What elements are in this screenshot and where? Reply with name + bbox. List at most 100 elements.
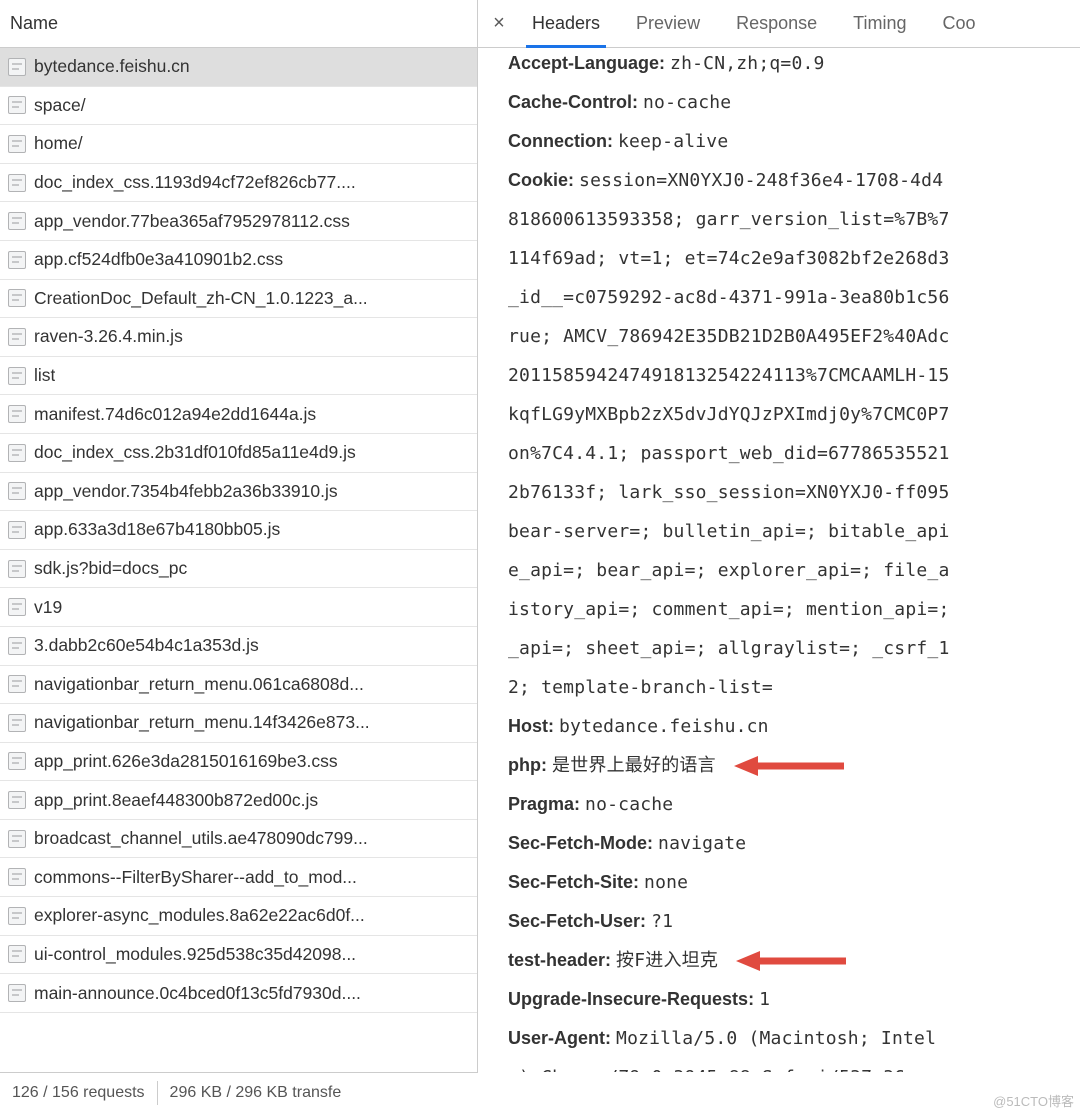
request-name: list [34,365,55,386]
request-row[interactable]: app_vendor.7354b4febb2a36b33910.js [0,473,477,512]
request-row[interactable]: app_print.626e3da2815016169be3.css [0,743,477,782]
request-row[interactable]: raven-3.26.4.min.js [0,318,477,357]
header-value: 按F进入坦克 [616,950,718,971]
request-name: doc_index_css.2b31df010fd85a11e4d9.js [34,442,356,463]
request-row[interactable]: list [0,357,477,396]
request-name: doc_index_css.1193d94cf72ef826cb77.... [34,172,356,193]
header-key: test-header: [508,950,611,970]
file-icon [8,714,26,732]
header-line: Connection: keep-alive [508,122,1080,161]
header-key: Connection: [508,131,613,151]
header-value: 是世界上最好的语言 [552,755,716,776]
file-icon [8,637,26,655]
request-row[interactable]: v19 [0,588,477,627]
watermark: @51CTO博客 [993,1091,1074,1110]
header-line: Sec-Fetch-Mode: navigate [508,824,1080,863]
header-key: Pragma: [508,794,580,814]
request-row[interactable]: app.633a3d18e67b4180bb05.js [0,511,477,550]
header-line: Cookie: session=XN0YXJ0-248f36e4-1708-4d… [508,161,1080,707]
headers-panel: Accept-Language: zh-CN,zh;q=0.9Cache-Con… [478,48,1080,1072]
status-requests: 126 / 156 requests [0,1084,157,1102]
request-name: commons--FilterBySharer--add_to_mod... [34,867,357,888]
request-name: navigationbar_return_menu.14f3426e873... [34,712,370,733]
header-value: keep-alive [618,131,728,152]
header-key: php: [508,755,547,775]
tab-response[interactable]: Response [718,0,835,47]
request-name: home/ [34,133,83,154]
request-name: CreationDoc_Default_zh-CN_1.0.1223_a... [34,288,368,309]
header-key: Cache-Control: [508,92,638,112]
request-row[interactable]: manifest.74d6c012a94e2dd1644a.js [0,395,477,434]
file-icon [8,212,26,230]
header-value: navigate [658,833,746,854]
request-name: explorer-async_modules.8a62e22ac6d0f... [34,905,365,926]
request-row[interactable]: bytedance.feishu.cn [0,48,477,87]
request-row[interactable]: explorer-async_modules.8a62e22ac6d0f... [0,897,477,936]
close-icon[interactable]: × [484,12,514,35]
request-name: manifest.74d6c012a94e2dd1644a.js [34,404,316,425]
request-row[interactable]: commons--FilterBySharer--add_to_mod... [0,858,477,897]
request-name: app_print.8eaef448300b872ed00c.js [34,790,318,811]
request-name: 3.dabb2c60e54b4c1a353d.js [34,635,259,656]
request-row[interactable]: app_print.8eaef448300b872ed00c.js [0,781,477,820]
request-row[interactable]: navigationbar_return_menu.14f3426e873... [0,704,477,743]
status-bar: 126 / 156 requests 296 KB / 296 KB trans… [0,1072,478,1112]
header-line: Pragma: no-cache [508,785,1080,824]
detail-tabs: × HeadersPreviewResponseTimingCoo [478,0,1080,48]
file-icon [8,945,26,963]
file-icon [8,560,26,578]
request-name: navigationbar_return_menu.061ca6808d... [34,674,364,695]
header-value: no-cache [585,794,673,815]
header-key: Cookie: [508,170,574,190]
file-icon [8,58,26,76]
request-name: app_vendor.77bea365af7952978112.css [34,211,350,232]
header-value: session=XN0YXJ0-248f36e4-1708-4d48186006… [508,170,949,698]
header-line: Upgrade-Insecure-Requests: 1 [508,980,1080,1019]
tab-timing[interactable]: Timing [835,0,924,47]
request-row[interactable]: sdk.js?bid=docs_pc [0,550,477,589]
file-icon [8,521,26,539]
file-icon [8,135,26,153]
request-row[interactable]: doc_index_css.1193d94cf72ef826cb77.... [0,164,477,203]
file-icon [8,444,26,462]
request-name: app.633a3d18e67b4180bb05.js [34,519,280,540]
request-row[interactable]: ui-control_modules.925d538c35d42098... [0,936,477,975]
header-key: Sec-Fetch-User: [508,911,646,931]
file-icon [8,289,26,307]
request-row[interactable]: app_vendor.77bea365af7952978112.css [0,202,477,241]
request-row[interactable]: broadcast_channel_utils.ae478090dc799... [0,820,477,859]
request-row[interactable]: app.cf524dfb0e3a410901b2.css [0,241,477,280]
tab-coo[interactable]: Coo [924,0,993,47]
request-name: space/ [34,95,86,116]
header-key: User-Agent: [508,1028,611,1048]
annotation-arrow-icon [736,948,846,974]
header-line: Sec-Fetch-Site: none [508,863,1080,902]
file-icon [8,598,26,616]
request-name: sdk.js?bid=docs_pc [34,558,187,579]
request-row[interactable]: home/ [0,125,477,164]
file-icon [8,251,26,269]
header-line: User-Agent: Mozilla/5.0 (Macintosh; Inte… [508,1019,1080,1072]
file-icon [8,675,26,693]
annotation-arrow-icon [734,753,844,779]
tab-headers[interactable]: Headers [514,0,618,47]
name-column-header[interactable]: Name [0,0,477,48]
file-icon [8,907,26,925]
header-line: php: 是世界上最好的语言 [508,746,1080,785]
request-row[interactable]: 3.dabb2c60e54b4c1a353d.js [0,627,477,666]
file-icon [8,96,26,114]
tab-preview[interactable]: Preview [618,0,718,47]
request-row[interactable]: CreationDoc_Default_zh-CN_1.0.1223_a... [0,280,477,319]
file-icon [8,174,26,192]
header-key: Sec-Fetch-Mode: [508,833,653,853]
request-name: v19 [34,597,62,618]
file-icon [8,367,26,385]
request-name: main-announce.0c4bced0f13c5fd7930d.... [34,983,361,1004]
request-row[interactable]: doc_index_css.2b31df010fd85a11e4d9.js [0,434,477,473]
header-value: 1 [759,989,770,1010]
request-row[interactable]: main-announce.0c4bced0f13c5fd7930d.... [0,974,477,1013]
request-row[interactable]: space/ [0,87,477,126]
header-value: bytedance.feishu.cn [559,716,769,737]
header-key: Accept-Language: [508,53,665,73]
request-row[interactable]: navigationbar_return_menu.061ca6808d... [0,666,477,705]
